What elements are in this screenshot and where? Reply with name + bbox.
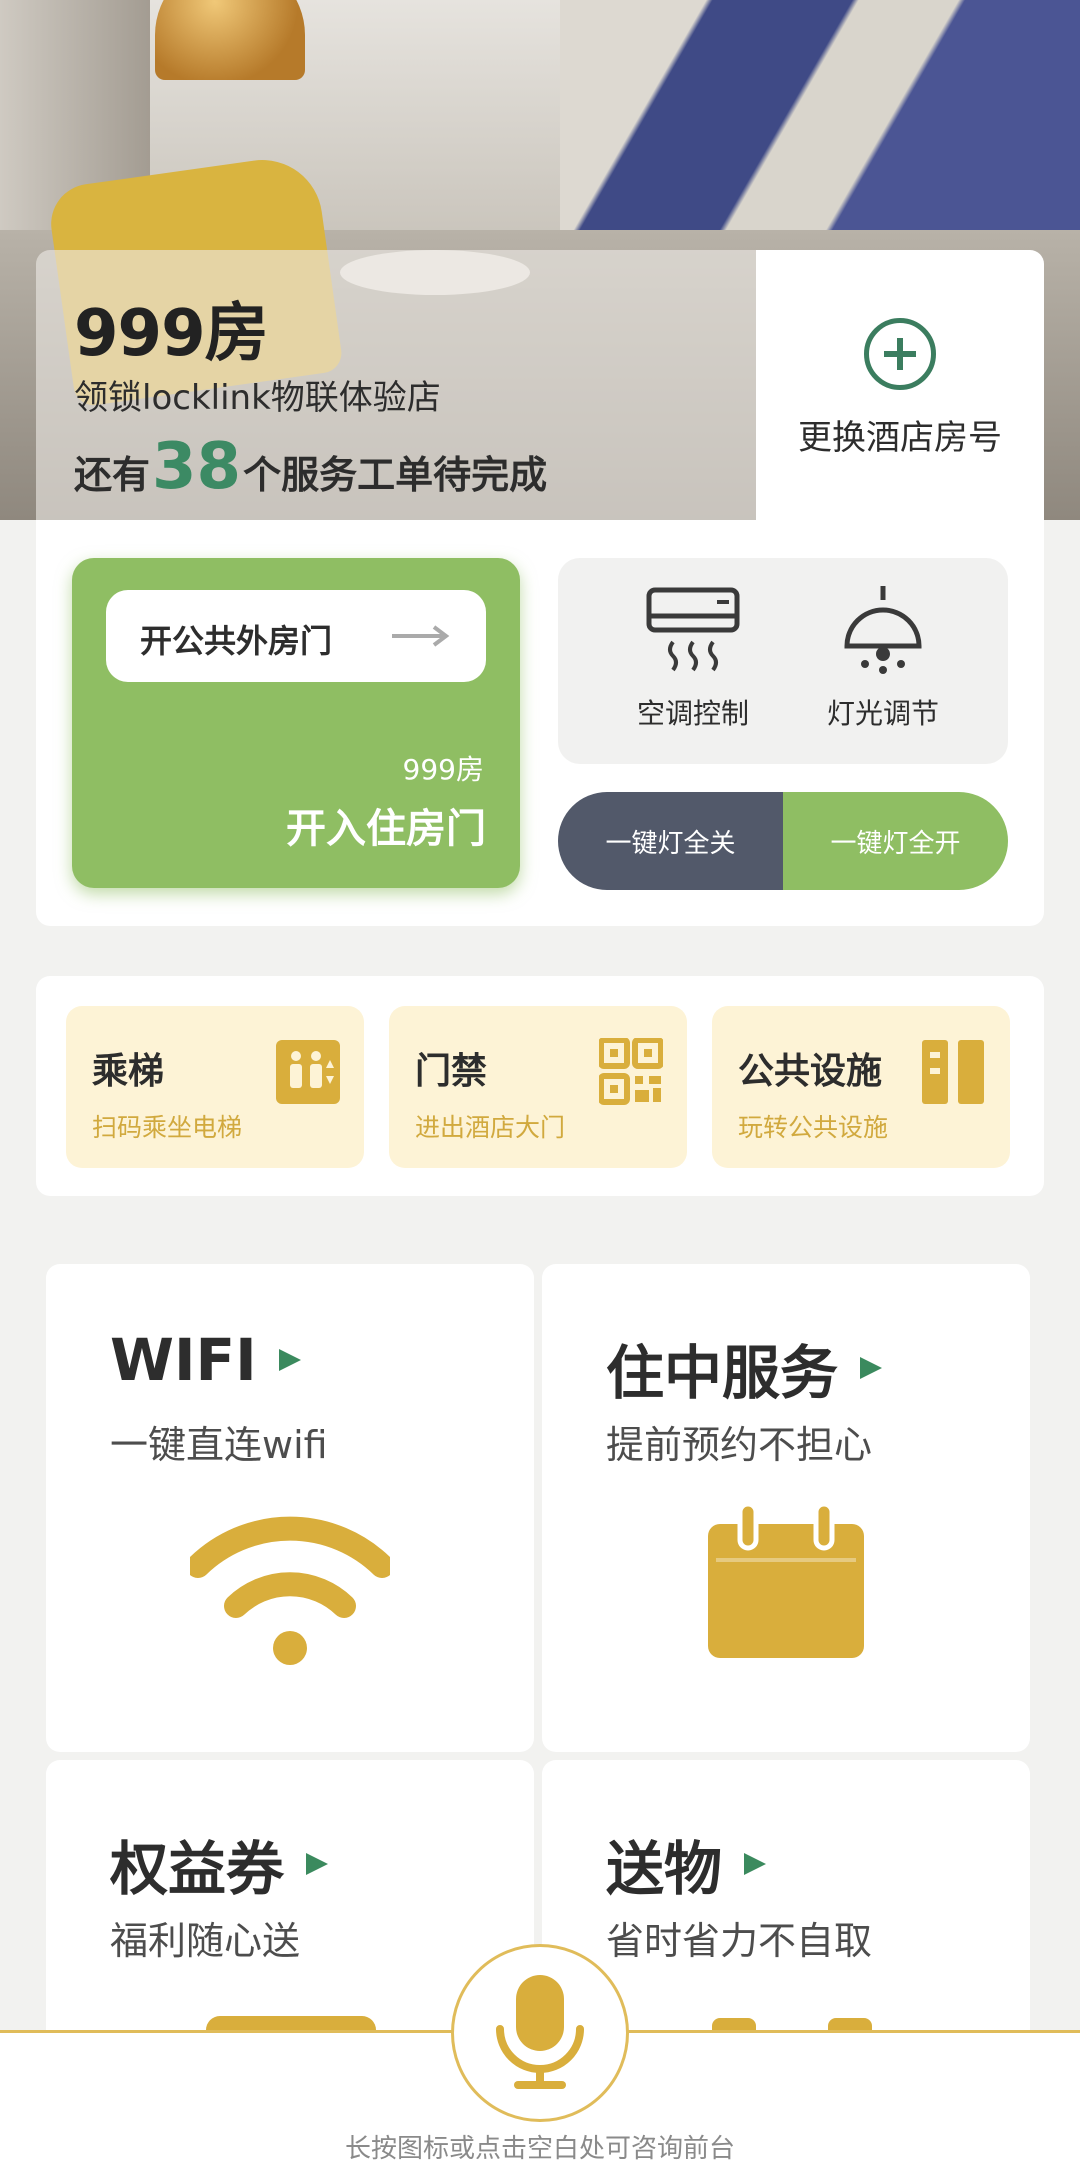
calendar-icon: [708, 1501, 864, 1658]
pendant-lamp-icon: [844, 586, 922, 674]
tile-subtitle: 省时省力不自取: [606, 1919, 873, 1963]
arrow-right-icon: [392, 625, 450, 647]
light-switch-group: 一键灯全关 一键灯全开: [558, 792, 1008, 890]
access-control-button[interactable]: 门禁 进出酒店大门: [389, 1006, 687, 1168]
room-title: 999房: [74, 297, 269, 371]
wifi-icon: [190, 1516, 390, 1665]
microphone-icon: [496, 1975, 584, 2089]
ac-control-label: 空调控制: [636, 697, 749, 730]
room-info-panel: 999房 领锁locklink物联体验店 还有 38 个服务工单待完成: [36, 250, 756, 520]
quick-service-subtitle: 玩转公共设施: [738, 1113, 889, 1142]
air-conditioner-icon: [646, 587, 740, 672]
all-lights-on-button[interactable]: 一键灯全开: [783, 792, 1008, 890]
tile-subtitle: 一键直连wifi: [110, 1423, 328, 1467]
quick-service-title: 乘梯: [92, 1051, 165, 1092]
open-room-door-button[interactable]: 开公共外房门 999房 开入住房门: [72, 558, 520, 888]
quick-services-card: 乘梯 扫码乘坐电梯 门禁 进出酒店大门 公共设施 玩转公共设施: [36, 976, 1044, 1196]
plus-circle-icon: [864, 318, 936, 390]
facilities-service-button[interactable]: 公共设施 玩转公共设施: [712, 1006, 1010, 1168]
tile-subtitle: 提前预约不担心: [606, 1423, 873, 1467]
light-control-button[interactable]: 灯光调节: [788, 584, 978, 744]
ac-control-button[interactable]: 空调控制: [598, 584, 788, 744]
quick-service-title: 公共设施: [738, 1051, 883, 1092]
enter-door-label: 开入住房门: [286, 806, 486, 852]
door-room-number: 999房: [402, 753, 484, 786]
wifi-tile[interactable]: WIFI 一键直连wifi: [46, 1264, 534, 1752]
quick-service-subtitle: 进出酒店大门: [415, 1113, 566, 1142]
tile-title: 权益券: [110, 1835, 285, 1903]
public-door-label: 开公共外房门: [140, 622, 333, 660]
triangle-right-icon: [860, 1357, 883, 1379]
triangle-right-icon: [278, 1349, 301, 1371]
triangle-right-icon: [744, 1853, 767, 1875]
elevator-service-button[interactable]: 乘梯 扫码乘坐电梯: [66, 1006, 364, 1168]
tile-title: 送物: [606, 1835, 723, 1903]
voice-assistant-button[interactable]: [451, 1944, 629, 2122]
change-room-button[interactable]: 更换酒店房号: [756, 250, 1044, 520]
pending-orders-text: 还有 38 个服务工单待完成: [74, 430, 548, 504]
device-control-panel: 空调控制 灯光调节: [558, 558, 1008, 764]
triangle-right-icon: [306, 1853, 329, 1875]
open-public-door-button[interactable]: 开公共外房门: [106, 590, 486, 682]
elevator-icon: [276, 1040, 340, 1104]
pending-count: 38: [152, 430, 242, 504]
quick-service-subtitle: 扫码乘坐电梯: [92, 1113, 243, 1142]
change-room-label: 更换酒店房号: [798, 418, 1002, 458]
facilities-icon: [922, 1040, 984, 1104]
all-lights-off-button[interactable]: 一键灯全关: [558, 792, 783, 890]
room-control-card: 开公共外房门 999房 开入住房门 空调控制 灯光调节 一键灯全关 一键灯全开: [36, 520, 1044, 926]
quick-service-title: 门禁: [415, 1051, 488, 1092]
tile-title: 住中服务: [606, 1339, 839, 1407]
store-name: 领锁locklink物联体验店: [74, 378, 441, 418]
consult-hint: 长按图标或点击空白处可咨询前台: [344, 2134, 735, 2164]
tile-title: WIFI: [110, 1326, 257, 1394]
qr-code-icon: [599, 1038, 663, 1105]
tile-subtitle: 福利随心送: [110, 1919, 301, 1963]
in-stay-service-tile[interactable]: 住中服务 提前预约不担心: [542, 1264, 1030, 1752]
light-control-label: 灯光调节: [826, 697, 939, 730]
